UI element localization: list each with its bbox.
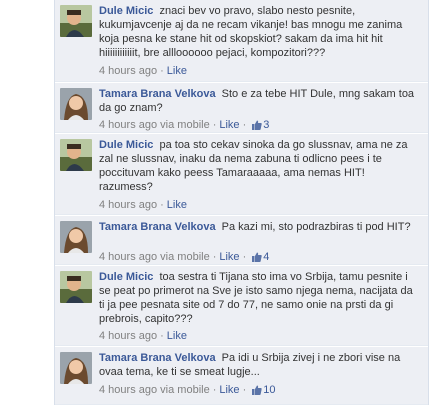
comment-body: Dule Micic toa sestra ti Tijana sto ima … <box>99 270 421 326</box>
separator-dot: · <box>212 384 217 396</box>
comment-meta: 4 hours ago via mobile · Like · 10 <box>99 383 275 399</box>
comment-body: Tamara Brana Velkova Pa idi u Srbija ziv… <box>99 351 421 379</box>
like-link[interactable]: Like <box>167 199 187 211</box>
comment-text: Pa kazi mi, sto podrazbiras ti pod HIT? <box>221 221 411 233</box>
avatar[interactable] <box>60 352 92 384</box>
profile-photo-tamara <box>60 221 92 253</box>
comment-body: Tamara Brana Velkova Pa kazi mi, sto pod… <box>99 220 421 234</box>
comment-author-link[interactable]: Dule Micic <box>99 5 153 17</box>
comment-item: Dule Micic toa sestra ti Tijana sto ima … <box>55 266 428 346</box>
avatar[interactable] <box>60 5 92 37</box>
comment-body: Tamara Brana Velkova Sto e za tebe HIT D… <box>99 87 421 115</box>
like-link[interactable]: Like <box>167 330 187 342</box>
like-count[interactable]: 3 <box>249 119 269 131</box>
like-link[interactable]: Like <box>219 384 239 396</box>
thumbs-up-icon <box>252 252 262 266</box>
comment-meta: 4 hours ago · Like <box>99 198 187 212</box>
like-link[interactable]: Like <box>219 119 239 131</box>
avatar[interactable] <box>60 221 92 253</box>
comment-author-link[interactable]: Dule Micic <box>99 271 153 283</box>
like-link[interactable]: Like <box>219 251 239 263</box>
thumbs-up-icon <box>252 385 262 399</box>
via-mobile-label[interactable]: via mobile <box>160 119 210 131</box>
comment-body: Dule Micic pa toa sto cekav sinoka da go… <box>99 138 421 194</box>
profile-photo-dule <box>60 139 92 171</box>
separator-dot: · <box>212 251 217 263</box>
profile-photo-dule <box>60 5 92 37</box>
comment-timestamp[interactable]: 4 hours ago <box>99 251 157 263</box>
comment-meta: 4 hours ago via mobile · Like · 3 <box>99 118 269 134</box>
thumbs-up-icon <box>252 120 262 134</box>
comment-item: Tamara Brana Velkova Pa idi u Srbija ziv… <box>55 347 428 405</box>
comment-timestamp[interactable]: 4 hours ago <box>99 65 157 77</box>
separator-dot: · <box>160 199 164 211</box>
separator-dot: · <box>160 330 164 342</box>
like-count[interactable]: 10 <box>249 384 275 396</box>
comment-author-link[interactable]: Tamara Brana Velkova <box>99 88 216 100</box>
avatar[interactable] <box>60 139 92 171</box>
comment-body: Dule Micic znaci bev vo pravo, slabo nes… <box>99 4 421 60</box>
comment-timestamp[interactable]: 4 hours ago <box>99 119 157 131</box>
separator-dot: · <box>242 251 247 263</box>
comment-meta: 4 hours ago · Like <box>99 64 187 78</box>
like-link[interactable]: Like <box>167 65 187 77</box>
comment-timestamp[interactable]: 4 hours ago <box>99 330 157 342</box>
comment-item: Tamara Brana Velkova Pa kazi mi, sto pod… <box>55 216 428 265</box>
comment-author-link[interactable]: Dule Micic <box>99 139 153 151</box>
avatar[interactable] <box>60 88 92 120</box>
like-count[interactable]: 4 <box>249 251 269 263</box>
comment-meta: 4 hours ago via mobile · Like · 4 <box>99 250 269 266</box>
profile-photo-dule <box>60 271 92 303</box>
separator-dot: · <box>242 384 247 396</box>
separator-dot: · <box>212 119 217 131</box>
separator-dot: · <box>160 65 164 77</box>
comment-item: Dule Micic pa toa sto cekav sinoka da go… <box>55 134 428 215</box>
comment-meta: 4 hours ago · Like <box>99 329 187 343</box>
comment-timestamp[interactable]: 4 hours ago <box>99 384 157 396</box>
comment-author-link[interactable]: Tamara Brana Velkova <box>99 352 216 364</box>
comment-item: Dule Micic znaci bev vo pravo, slabo nes… <box>55 0 428 82</box>
comment-timestamp[interactable]: 4 hours ago <box>99 199 157 211</box>
comment-item: Tamara Brana Velkova Sto e za tebe HIT D… <box>55 83 428 133</box>
separator-dot: · <box>242 119 247 131</box>
avatar[interactable] <box>60 271 92 303</box>
via-mobile-label[interactable]: via mobile <box>160 251 210 263</box>
profile-photo-tamara <box>60 352 92 384</box>
profile-photo-tamara <box>60 88 92 120</box>
via-mobile-label[interactable]: via mobile <box>160 384 210 396</box>
comment-author-link[interactable]: Tamara Brana Velkova <box>99 221 216 233</box>
